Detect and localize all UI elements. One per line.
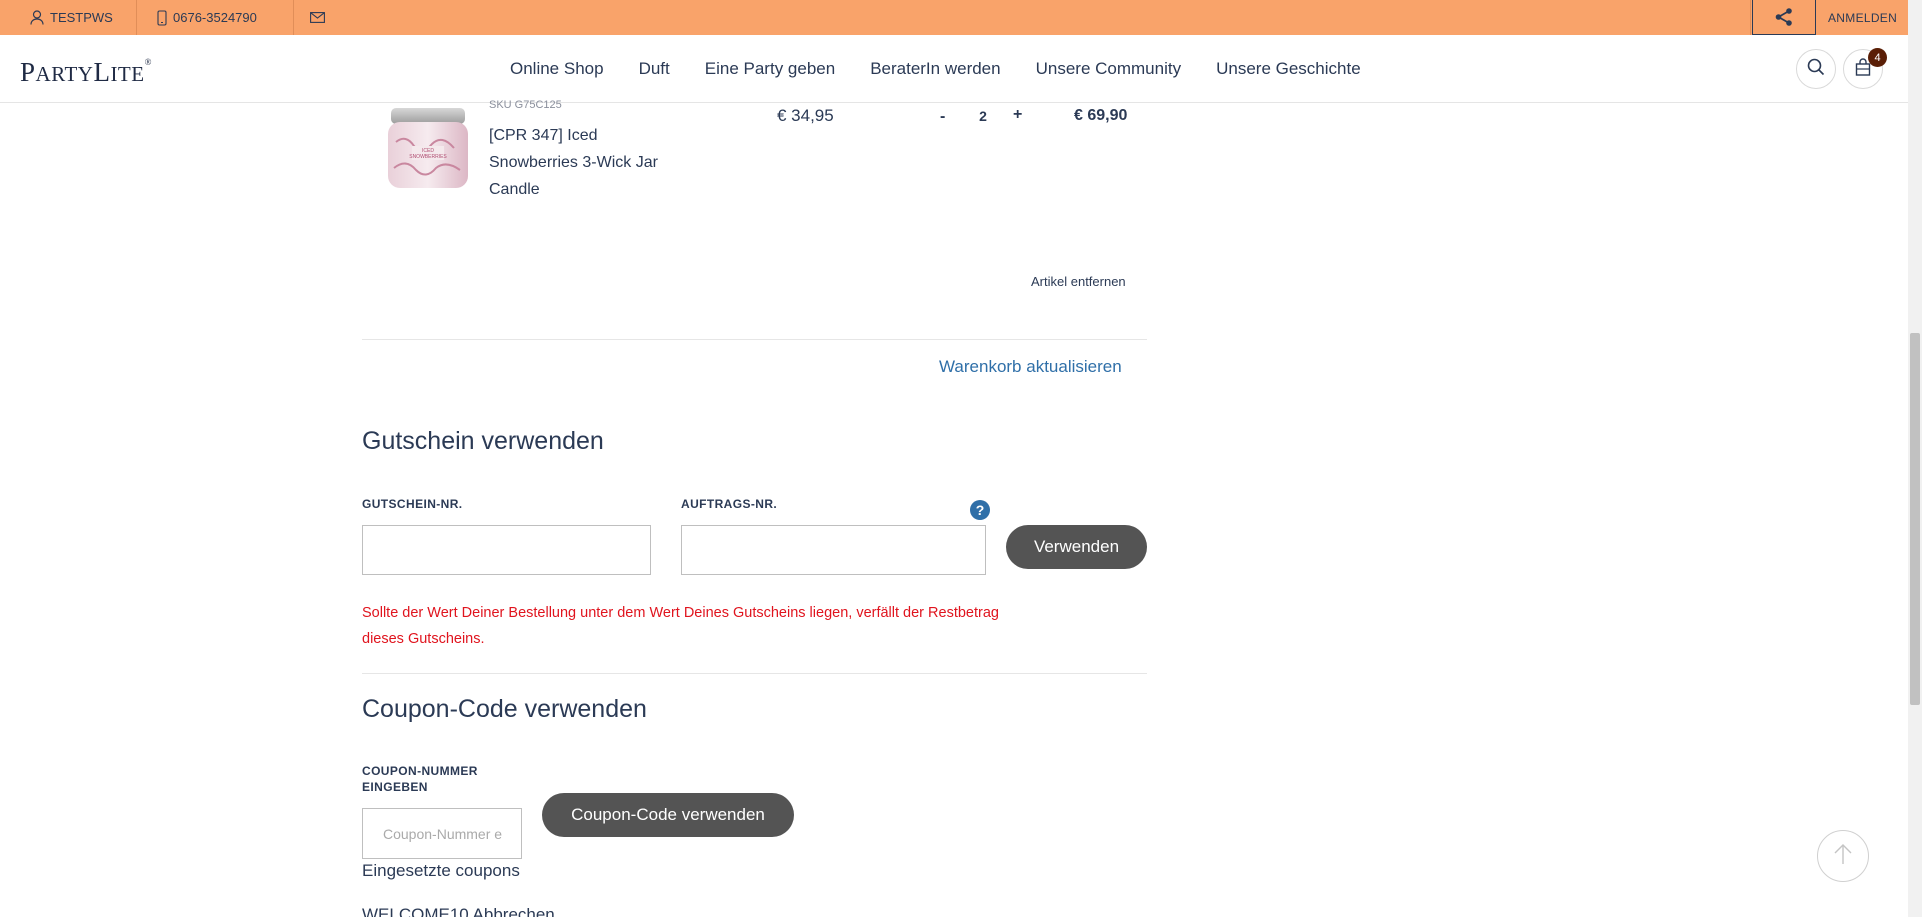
quantity-increase-button[interactable]: +: [1013, 106, 1022, 124]
share-icon: [1774, 7, 1794, 27]
nav-online-shop[interactable]: Online Shop: [510, 59, 604, 79]
nav-beraterin-werden[interactable]: BeraterIn werden: [870, 59, 1000, 79]
cart-count-badge: 4: [1868, 48, 1887, 67]
coupon-section-title: Coupon-Code verwenden: [362, 695, 647, 723]
arrow-up-icon: [1833, 843, 1853, 870]
line-total: € 69,90: [1074, 107, 1128, 124]
divider: [293, 0, 294, 35]
quantity-value[interactable]: 2: [974, 108, 992, 124]
remove-item-link[interactable]: Artikel entfernen: [1031, 274, 1126, 289]
help-icon[interactable]: ?: [970, 500, 990, 520]
top-bar: TESTPWS 0676-3524790 ANMELDEN: [0, 0, 1922, 35]
quantity-decrease-button[interactable]: -: [940, 108, 945, 126]
divider: [136, 0, 137, 35]
share-button[interactable]: [1752, 0, 1816, 35]
user-icon: [30, 10, 44, 25]
nav-eine-party-geben[interactable]: Eine Party geben: [705, 59, 835, 79]
apply-coupon-button[interactable]: Coupon-Code verwenden: [542, 793, 794, 837]
product-sku: SKU G75C125: [489, 99, 562, 111]
divider: [1750, 0, 1751, 35]
main-nav: Online Shop Duft Eine Party geben Berate…: [510, 35, 1396, 103]
logo-letter: P: [20, 57, 36, 87]
nav-unsere-geschichte[interactable]: Unsere Geschichte: [1216, 59, 1361, 79]
voucher-number-input[interactable]: [362, 525, 651, 575]
login-link[interactable]: ANMELDEN: [1828, 0, 1897, 35]
search-button[interactable]: [1796, 49, 1836, 89]
partylite-logo[interactable]: PARTYLITE®: [20, 57, 152, 88]
phone-icon: [157, 9, 167, 26]
product-image[interactable]: ICED SNOWBERRIES: [382, 102, 474, 194]
page-scrollbar-thumb[interactable]: [1910, 333, 1920, 705]
logo-letter: L: [93, 57, 111, 87]
logo-letters: ARTY: [35, 62, 94, 86]
voucher-warning-text: Sollte der Wert Deiner Bestellung unter …: [362, 605, 999, 647]
coupon-input-placeholder: Coupon-Nummer e: [383, 825, 503, 842]
product-name[interactable]: [CPR 347] Iced Snowberries 3-Wick Jar Ca…: [489, 122, 674, 203]
phone-link[interactable]: 0676-3524790: [157, 0, 257, 35]
coupon-number-input[interactable]: Coupon-Nummer e: [362, 808, 522, 859]
user-name: TESTPWS: [50, 10, 113, 25]
logo-registered-mark: ®: [144, 57, 152, 67]
back-to-top-button[interactable]: [1817, 830, 1869, 882]
voucher-section-title: Gutschein verwenden: [362, 427, 604, 455]
coupon-label-line: COUPON-NUMMER: [362, 764, 478, 778]
unit-price: € 34,95: [777, 106, 834, 125]
update-cart-link[interactable]: Warenkorb aktualisieren: [939, 357, 1122, 377]
account-link[interactable]: TESTPWS: [30, 0, 113, 35]
mail-link[interactable]: [310, 0, 325, 35]
nav-unsere-community[interactable]: Unsere Community: [1036, 59, 1182, 79]
divider: [362, 673, 1147, 674]
order-number-label: AUFTRAGS-NR.: [681, 497, 778, 511]
voucher-number-label: GUTSCHEIN-NR.: [362, 497, 463, 511]
phone-number: 0676-3524790: [173, 10, 257, 25]
apply-voucher-button[interactable]: Verwenden: [1006, 525, 1147, 569]
search-icon: [1807, 58, 1825, 81]
coupon-number-label: COUPON-NUMMER EINGEBEN: [362, 763, 478, 795]
main-header: PARTYLITE® Online Shop Duft Eine Party g…: [0, 35, 1908, 103]
used-coupons-title: Eingesetzte coupons: [362, 861, 520, 880]
logo-letters: ITE: [110, 62, 145, 86]
svg-text:SNOWBERRIES: SNOWBERRIES: [409, 154, 447, 160]
nav-duft[interactable]: Duft: [639, 59, 670, 79]
mail-icon: [310, 12, 325, 23]
divider: [362, 339, 1147, 340]
coupon-label-line: EINGEBEN: [362, 780, 428, 794]
used-coupon-entry[interactable]: WELCOME10 Abbrechen: [362, 905, 555, 917]
order-number-input[interactable]: [681, 525, 986, 575]
